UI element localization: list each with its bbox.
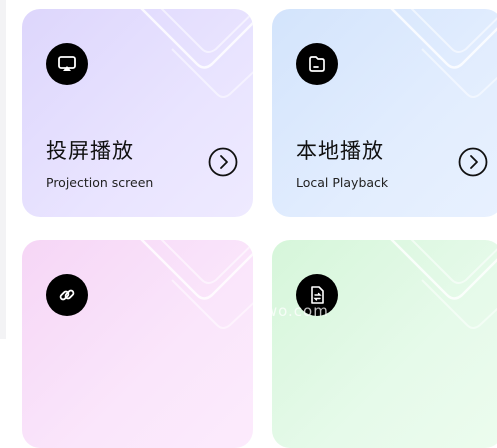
local-playback-card[interactable]: 本地播放 Local Playback — [272, 9, 497, 217]
watermark: iTwo.com — [252, 302, 329, 320]
card-subtitle: Local Playback — [296, 175, 389, 190]
card-decoration — [390, 240, 497, 329]
screen-cast-icon — [46, 43, 88, 85]
chevron-right-icon[interactable] — [208, 147, 238, 177]
card-title: 投屏播放 — [46, 139, 134, 163]
link-icon — [46, 274, 88, 316]
card-decoration — [140, 240, 253, 329]
card-subtitle: Projection screen — [46, 175, 154, 190]
folder-icon — [296, 43, 338, 85]
projection-screen-card[interactable]: 投屏播放 Projection screen — [22, 9, 253, 217]
card-title: 本地播放 — [296, 139, 384, 163]
chevron-right-icon[interactable] — [458, 147, 488, 177]
left-edge-strip — [0, 0, 6, 339]
file-transfer-card[interactable] — [272, 240, 497, 448]
link-card[interactable] — [22, 240, 253, 448]
